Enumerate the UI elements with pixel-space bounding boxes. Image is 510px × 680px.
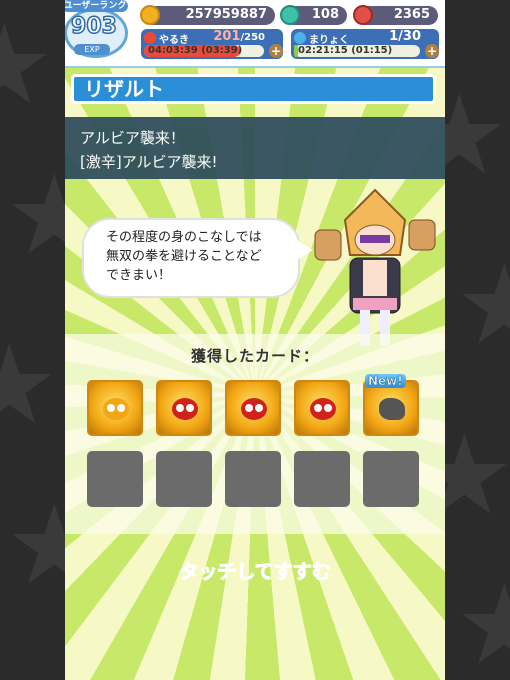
reward-card[interactable] bbox=[156, 380, 212, 436]
exp-label: EXP bbox=[74, 44, 110, 55]
quest-subtitle: [激辛]アルビア襲来! bbox=[80, 153, 218, 171]
star-decor-icon: ★ bbox=[445, 411, 510, 539]
star-decor-icon: ★ bbox=[455, 561, 510, 680]
stamina-gauge: やるき 201/250 04:03:39 (03:39) + bbox=[141, 29, 283, 59]
empty-card-slot bbox=[156, 451, 212, 507]
new-badge: New! bbox=[365, 374, 406, 388]
coin-counter: 257959887 bbox=[140, 5, 275, 25]
coin-value: 257959887 bbox=[185, 7, 267, 22]
reward-card[interactable] bbox=[363, 380, 419, 436]
reward-card[interactable] bbox=[225, 380, 281, 436]
result-title-bar: リザルト bbox=[71, 74, 436, 104]
red-puyo-icon bbox=[172, 398, 198, 420]
empty-card-slot bbox=[225, 451, 281, 507]
red-puyo-icon bbox=[241, 398, 267, 420]
speech-bubble-tail bbox=[297, 240, 313, 260]
magic-gauge: まりょく 1/30 02:21:15 (01:15) + bbox=[291, 29, 439, 59]
rank-value: 903 bbox=[70, 13, 117, 40]
user-rank-badge[interactable]: ユーザーランク 903 EXP bbox=[65, 0, 128, 62]
stamina-add-button[interactable]: + bbox=[269, 44, 283, 58]
dialog-line: 無双の拳を避けることなど bbox=[106, 249, 262, 264]
star-decor-icon: ★ bbox=[455, 241, 510, 369]
star-decor-icon: ★ bbox=[0, 321, 59, 449]
cards-title: 獲得したカード： bbox=[190, 347, 319, 365]
star-decor-icon: ★ bbox=[5, 481, 65, 609]
stamina-value: 201 bbox=[213, 29, 241, 44]
eye-icon bbox=[324, 404, 332, 412]
stamina-icon bbox=[144, 32, 156, 44]
page-title: リザルト bbox=[74, 77, 433, 101]
character-portrait bbox=[314, 188, 436, 346]
eye-icon bbox=[107, 404, 115, 412]
empty-card-slot bbox=[87, 451, 143, 507]
eye-icon bbox=[245, 404, 253, 412]
dialog-line: その程度の身のこなしでは bbox=[106, 230, 262, 245]
gem-value: 108 bbox=[311, 7, 339, 22]
rock-icon bbox=[379, 398, 405, 420]
eye-icon bbox=[176, 404, 184, 412]
game-screen[interactable]: ユーザーランク 903 EXP 257959887 108 2365 やるき 2… bbox=[65, 0, 445, 680]
magic-label: まりょく bbox=[309, 35, 349, 46]
ticket-icon bbox=[353, 5, 373, 25]
magic-value: 1/30 bbox=[389, 29, 421, 44]
rank-label: ユーザーランク bbox=[65, 0, 128, 12]
eye-icon bbox=[255, 404, 263, 412]
magic-bar: 02:21:15 (01:15) bbox=[294, 45, 420, 57]
dialog-line: できまい！ bbox=[106, 268, 172, 283]
ticket-value: 2365 bbox=[393, 7, 430, 22]
star-decor-icon: ★ bbox=[5, 151, 65, 279]
magic-icon bbox=[294, 32, 306, 44]
magic-add-button[interactable]: + bbox=[425, 44, 439, 58]
empty-card-slot bbox=[363, 451, 419, 507]
status-header: ユーザーランク 903 EXP 257959887 108 2365 やるき 2… bbox=[65, 0, 445, 68]
stamina-max: /250 bbox=[240, 32, 265, 43]
reward-card[interactable] bbox=[87, 380, 143, 436]
eye-icon bbox=[314, 404, 322, 412]
quest-banner: アルビア襲来！ [激辛]アルビア襲来! bbox=[65, 117, 445, 179]
gem-counter: 108 bbox=[280, 5, 347, 25]
stamina-bar: 04:03:39 (03:39) bbox=[144, 45, 264, 57]
quest-title: アルビア襲来！ bbox=[80, 129, 185, 147]
stamina-timer: 04:03:39 (03:39) bbox=[148, 45, 243, 56]
gem-icon bbox=[280, 5, 300, 25]
magic-timer: 02:21:15 (01:15) bbox=[298, 45, 393, 56]
ticket-counter: 2365 bbox=[353, 5, 438, 25]
star-decor-icon: ★ bbox=[0, 1, 54, 129]
star-puyo-icon bbox=[103, 398, 129, 420]
star-decor-icon: ★ bbox=[445, 71, 509, 199]
touch-to-continue[interactable]: タッチしてすすむ bbox=[65, 557, 445, 584]
speech-bubble: その程度の身のこなしでは 無双の拳を避けることなど できまい！ bbox=[82, 218, 300, 298]
eye-icon bbox=[186, 404, 194, 412]
eye-icon bbox=[117, 404, 125, 412]
left-frame: ★ ★ ★ ★ bbox=[0, 0, 65, 680]
right-frame: ★ ★ ★ ★ bbox=[445, 0, 510, 680]
red-puyo-icon bbox=[310, 398, 336, 420]
coin-icon bbox=[140, 5, 160, 25]
stamina-label: やるき bbox=[159, 35, 189, 46]
empty-card-slot bbox=[294, 451, 350, 507]
reward-card[interactable] bbox=[294, 380, 350, 436]
